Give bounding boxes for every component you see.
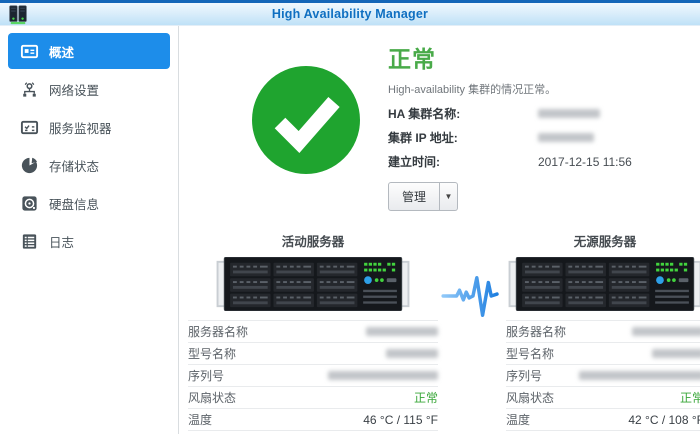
active-server-panel: 活动服务器 [188,231,438,434]
servers-section: 活动服务器 [188,231,700,434]
cluster-ip-row: 集群 IP 地址: [388,130,632,145]
row-label: 风扇状态 [188,389,236,406]
app-title: High Availability Manager [0,7,700,21]
table-row: 序列号 [188,364,438,386]
sidebar-item-logs[interactable]: 日志 [8,223,170,259]
log-list-icon [19,231,39,251]
redacted-value [366,325,438,339]
overview-card-icon [19,41,39,61]
table-row: 电源状态 正常 [188,430,438,434]
row-label: 温度 [506,411,530,428]
hard-disk-icon [19,193,39,213]
sidebar: 概述 网络设置 [0,26,179,434]
field-label: 建立时间: [388,153,538,170]
storage-pie-icon [19,155,39,175]
overview-panel: 正常 High-availability 集群的情况正常。 HA 集群名称: 集… [179,26,700,434]
redacted-value [386,347,438,361]
redacted-cluster-ip [538,133,594,142]
status-description: High-availability 集群的情况正常。 [388,81,632,97]
created-time-value: 2017-12-15 11:56 [538,155,632,169]
manage-dropdown-arrow[interactable]: ▼ [440,182,458,211]
created-time-row: 建立时间: 2017-12-15 11:56 [388,154,632,169]
passive-server-table: 服务器名称 型号名称 序列号 风扇状态 正常 [506,320,700,434]
service-monitor-icon [19,117,39,137]
rack-server-image [507,257,700,311]
redacted-value [632,325,700,339]
sidebar-item-label: 日志 [49,232,74,251]
title-bar: High Availability Manager [0,0,700,26]
redacted-value [328,369,438,383]
green-check-circle-icon [252,66,360,174]
sidebar-item-network-settings[interactable]: 网络设置 [8,71,170,107]
passive-server-panel: 无源服务器 [506,231,700,434]
heartbeat-pulse-icon [441,271,503,321]
temperature-value: 46 °C / 115 °F [363,413,438,427]
row-label: 风扇状态 [506,389,554,406]
chevron-down-icon: ▼ [445,192,453,201]
rack-server-image [215,257,411,311]
row-label: 服务器名称 [188,323,248,340]
passive-server-title: 无源服务器 [506,231,700,250]
table-row: 服务器名称 [188,320,438,342]
row-label: 服务器名称 [506,323,566,340]
table-row: 风扇状态 正常 [188,386,438,408]
active-server-table: 服务器名称 型号名称 序列号 风扇状态 正常 [188,320,438,434]
fan-status-value: 正常 [680,389,700,406]
redacted-value [579,369,700,383]
table-row: 服务器名称 [506,320,700,342]
row-label: 温度 [188,411,212,428]
row-label: 型号名称 [188,345,236,362]
table-row: 风扇状态 正常 [506,386,700,408]
table-row: 序列号 [506,364,700,386]
manage-button[interactable]: 管理 [388,182,440,211]
status-title: 正常 [388,40,632,74]
manage-split-button: 管理 ▼ [388,182,458,211]
sidebar-item-label: 存储状态 [49,156,99,175]
ha-cluster-name-row: HA 集群名称: [388,106,632,121]
temperature-value: 42 °C / 108 °F [628,413,700,427]
table-row: 温度 42 °C / 108 °F [506,408,700,430]
table-row: 温度 46 °C / 115 °F [188,408,438,430]
row-label: 序列号 [188,367,224,384]
sidebar-item-label: 硬盘信息 [49,194,99,213]
table-row: 电源状态 正常 [506,430,700,434]
sidebar-item-label: 概述 [49,42,74,61]
network-hub-icon [19,79,39,99]
field-label: 集群 IP 地址: [388,129,538,146]
row-label: 型号名称 [506,345,554,362]
fan-status-value: 正常 [414,389,438,406]
row-label: 序列号 [506,367,542,384]
sidebar-item-disk-info[interactable]: 硬盘信息 [8,185,170,221]
cluster-status-section: 正常 High-availability 集群的情况正常。 HA 集群名称: 集… [252,38,700,211]
table-row: 型号名称 [506,342,700,364]
table-row: 型号名称 [188,342,438,364]
sidebar-item-label: 网络设置 [49,80,99,99]
sidebar-item-label: 服务监视器 [49,118,112,137]
sidebar-item-service-monitor[interactable]: 服务监视器 [8,109,170,145]
field-label: HA 集群名称: [388,105,538,122]
redacted-value [652,347,700,361]
active-server-title: 活动服务器 [188,231,438,250]
sidebar-item-storage-status[interactable]: 存储状态 [8,147,170,183]
redacted-cluster-name [538,109,600,118]
sidebar-item-overview[interactable]: 概述 [8,33,170,69]
